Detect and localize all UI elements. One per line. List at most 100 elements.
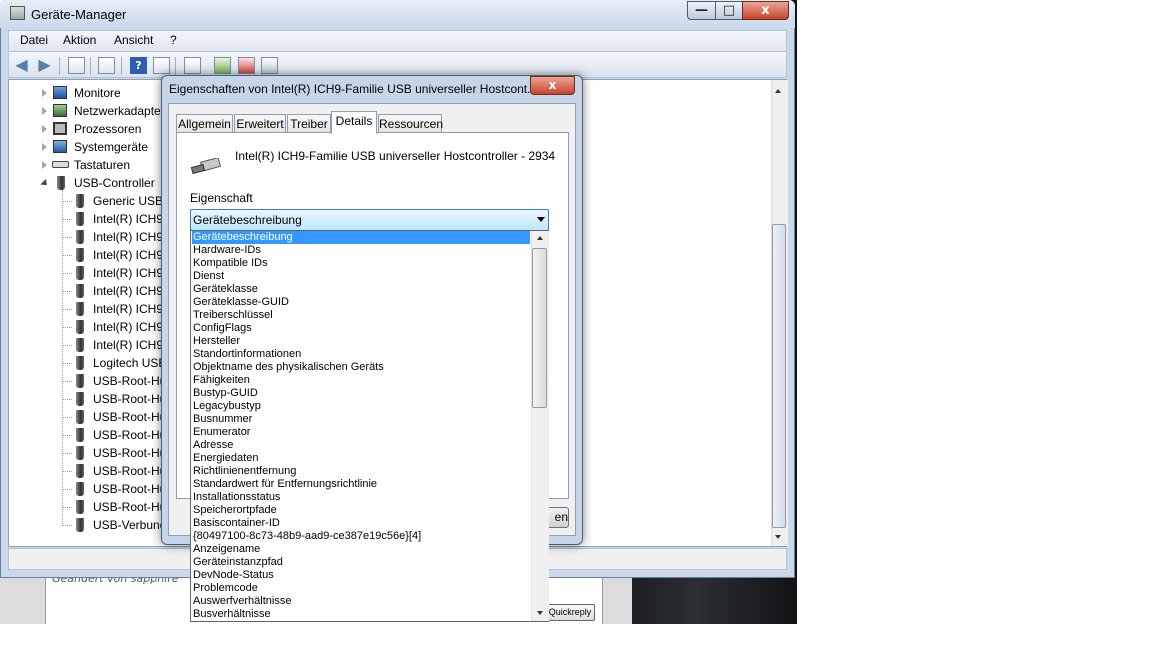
scroll-up-arrow-icon[interactable] — [537, 236, 543, 240]
usb-device-item[interactable]: USB-Root-Hu — [62, 372, 166, 390]
expand-icon[interactable] — [42, 107, 47, 115]
view-icon[interactable] — [153, 57, 170, 74]
usb-device-item[interactable]: USB-Root-Hu — [62, 390, 166, 408]
dropdown-option[interactable]: Busnummer — [192, 413, 530, 426]
tab-erweitert[interactable]: Erweitert — [234, 114, 286, 133]
scan-hardware-icon[interactable] — [184, 57, 201, 74]
dropdown-option[interactable]: Speicherortpfade — [192, 504, 530, 517]
dropdown-option[interactable]: Hersteller — [192, 335, 530, 348]
tab-treiber[interactable]: Treiber — [287, 114, 331, 133]
tree-category-label: Monitore — [74, 86, 121, 100]
dropdown-option[interactable]: Geräteinstanzpfad — [192, 556, 530, 569]
dropdown-option[interactable]: Dienst — [192, 270, 530, 283]
forward-icon[interactable]: ▶ — [36, 56, 53, 73]
usb-icon — [76, 374, 84, 388]
usb-device-item[interactable]: Intel(R) ICH9 — [62, 210, 164, 228]
dropdown-option[interactable]: Gerätebeschreibung — [192, 231, 530, 244]
dropdown-option[interactable]: ConfigFlags — [192, 322, 530, 335]
collapse-icon[interactable] — [40, 178, 50, 189]
expand-icon[interactable] — [42, 143, 47, 151]
dropdown-option[interactable]: Basiscontainer-ID — [192, 517, 530, 530]
dropdown-option[interactable]: Standardwert für Entfernungsrichtlinie — [192, 478, 530, 491]
usb-device-item[interactable]: USB-Root-Hu — [62, 462, 166, 480]
usb-device-item[interactable]: Intel(R) ICH9 — [62, 264, 163, 282]
tab-details[interactable]: Details — [331, 111, 377, 134]
expand-icon[interactable] — [42, 89, 47, 97]
expand-icon[interactable] — [42, 161, 47, 169]
dropdown-option[interactable]: Busverhältnisse — [192, 608, 530, 621]
tree-category-systemgeraete[interactable]: Systemgeräte — [40, 138, 160, 156]
usb-device-label: USB-Root-Hu — [93, 392, 167, 406]
dropdown-option[interactable]: Installationsstatus — [192, 491, 530, 504]
usb-device-item[interactable]: USB-Root-Hu — [62, 480, 166, 498]
tree-category-prozessoren[interactable]: Prozessoren — [40, 120, 160, 138]
expand-icon[interactable] — [42, 125, 47, 133]
tab-allgemein[interactable]: Allgemein — [176, 114, 233, 133]
tab-ressourcen[interactable]: Ressourcen — [378, 114, 443, 133]
dropdown-option[interactable]: Auswerfverhältnisse — [192, 595, 530, 608]
scroll-down-arrow-icon[interactable] — [775, 535, 781, 539]
dropdown-option[interactable]: Bustyp-GUID — [192, 387, 530, 400]
toolbar-separator — [59, 57, 60, 75]
usb-device-item[interactable]: Logitech USB — [62, 354, 166, 372]
menu-help[interactable]: ? — [170, 33, 177, 47]
tree-category-tastaturen[interactable]: Tastaturen — [40, 156, 160, 174]
dropdown-option[interactable]: Adresse — [192, 439, 530, 452]
usb-device-label: Intel(R) ICH9 — [93, 212, 164, 226]
dropdown-option[interactable]: Energiedaten — [192, 452, 530, 465]
dropdown-option[interactable]: {80497100-8c73-48b9-aad9-ce387e19c56e}[4… — [192, 530, 530, 543]
menu-ansicht[interactable]: Ansicht — [114, 33, 153, 47]
scroll-down-arrow-icon[interactable] — [537, 611, 543, 615]
usb-device-item[interactable]: USB-Verbund — [62, 516, 166, 534]
dropdown-option[interactable]: Treiberschlüssel — [192, 309, 530, 322]
menu-aktion[interactable]: Aktion — [63, 33, 96, 47]
dropdown-option[interactable]: Kompatible IDs — [192, 257, 530, 270]
console-tree-icon[interactable] — [68, 57, 85, 74]
usb-device-item[interactable]: USB-Root-Hu — [62, 426, 166, 444]
usb-device-item[interactable]: Intel(R) ICH9 — [62, 246, 163, 264]
usb-device-item[interactable]: Intel(R) ICH9 — [62, 228, 163, 246]
properties-icon[interactable] — [98, 57, 115, 74]
maximize-button[interactable]: □ — [715, 1, 743, 20]
dropdown-option[interactable]: Objektname des physikalischen Geräts — [192, 361, 530, 374]
usb-icon — [76, 302, 84, 316]
tree-category-monitore[interactable]: Monitore — [40, 84, 160, 102]
close-button[interactable]: x — [742, 1, 789, 20]
back-icon[interactable]: ◀ — [13, 56, 30, 73]
usb-device-item[interactable]: USB-Root-Hu — [62, 498, 166, 516]
dropdown-option[interactable]: Problemcode — [192, 582, 530, 595]
scroll-up-arrow-icon[interactable] — [775, 89, 781, 93]
minimize-button[interactable]: — — [687, 1, 716, 20]
usb-device-item[interactable]: Intel(R) ICH9 — [62, 282, 163, 300]
dropdown-option[interactable]: Anzeigename — [192, 543, 530, 556]
dropdown-option[interactable]: Fähigkeiten — [192, 374, 530, 387]
usb-device-item[interactable]: USB-Root-Hu — [62, 408, 166, 426]
usb-device-item[interactable]: Generic USB — [62, 192, 163, 210]
usb-device-item[interactable]: USB-Root-Hu — [62, 444, 166, 462]
dropdown-option[interactable]: Geräteklasse-GUID — [192, 296, 530, 309]
help-icon[interactable]: ? — [130, 57, 147, 74]
update-driver-icon[interactable] — [214, 57, 231, 74]
usb-device-item[interactable]: Intel(R) ICH9 — [62, 318, 163, 336]
dropdown-scroll-thumb[interactable] — [532, 248, 547, 408]
chevron-down-icon[interactable] — [537, 217, 545, 222]
quickreply-button[interactable]: Quickreply — [545, 604, 595, 621]
dialog-close-button[interactable]: x — [530, 76, 575, 95]
uninstall-icon[interactable] — [238, 57, 255, 74]
tree-category-usb-controller[interactable]: USB-Controller — [40, 174, 160, 192]
tree-branch-line — [62, 471, 72, 472]
tree-scroll-thumb[interactable] — [772, 224, 786, 528]
tree-category-netzwerkadapter[interactable]: Netzwerkadapter — [40, 102, 165, 120]
dropdown-option[interactable]: Geräteklasse — [192, 283, 530, 296]
usb-device-item[interactable]: Intel(R) ICH9 — [62, 300, 163, 318]
dropdown-option[interactable]: DevNode-Status — [192, 569, 530, 582]
dropdown-option[interactable]: Hardware-IDs — [192, 244, 530, 257]
usb-device-item[interactable]: Intel(R) ICH9 — [62, 336, 163, 354]
dropdown-option[interactable]: Enumerator — [192, 426, 530, 439]
dropdown-option[interactable]: Richtlinienentfernung — [192, 465, 530, 478]
tree-branch-line — [62, 489, 72, 490]
dropdown-option[interactable]: Standortinformationen — [192, 348, 530, 361]
dropdown-option[interactable]: Legacybustyp — [192, 400, 530, 413]
menu-datei[interactable]: Datei — [20, 33, 48, 47]
disable-device-icon[interactable] — [261, 57, 278, 74]
